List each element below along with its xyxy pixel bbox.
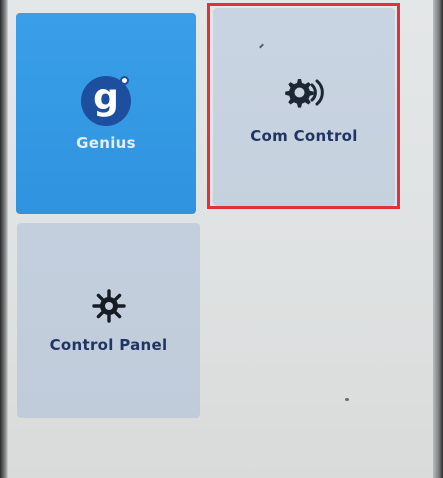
- device-bezel-left: [0, 0, 8, 478]
- gear-broadcast-icon: [282, 73, 326, 117]
- screen-speck: [345, 398, 349, 401]
- control-panel-app-label: Control Panel: [49, 335, 168, 354]
- genius-app-tile[interactable]: g Genius: [16, 13, 196, 214]
- app-launcher-screen: g Genius Com Control Control Panel: [0, 0, 443, 478]
- control-panel-app-tile[interactable]: Control Panel: [17, 223, 200, 418]
- com-control-app-label: Com Control: [250, 127, 358, 145]
- com-control-app-tile[interactable]: Com Control: [213, 8, 395, 206]
- gear-icon: [91, 288, 127, 328]
- genius-app-label: Genius: [76, 133, 136, 152]
- genius-logo-icon: g: [81, 75, 131, 126]
- device-bezel-right: [433, 0, 443, 478]
